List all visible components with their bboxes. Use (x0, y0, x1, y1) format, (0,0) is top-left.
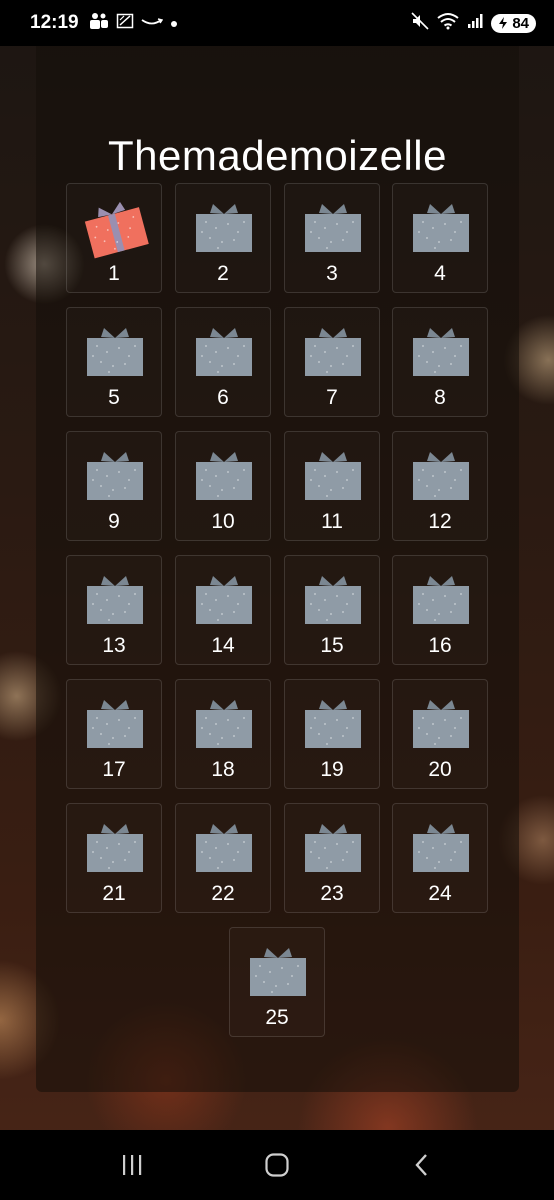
calendar-day-10[interactable]: 10 (175, 431, 271, 541)
day-number: 14 (211, 634, 235, 657)
gift-icon (411, 818, 471, 874)
gift-icon (303, 198, 363, 254)
gift-icon (411, 322, 471, 378)
home-button[interactable] (247, 1140, 307, 1190)
gift-icon (194, 198, 254, 254)
sketch-icon (116, 12, 134, 34)
calendar-day-24[interactable]: 24 (392, 803, 488, 913)
gift-icon (85, 694, 145, 750)
gift-icon (194, 570, 254, 626)
day-number: 2 (217, 262, 229, 285)
status-bar: 12:19 84 (0, 0, 554, 46)
calendar-day-19[interactable]: 19 (284, 679, 380, 789)
home-icon (265, 1153, 289, 1177)
amazon-icon (141, 15, 163, 32)
wifi-icon (437, 12, 459, 35)
day-number: 9 (108, 510, 120, 533)
calendar-day-18[interactable]: 18 (175, 679, 271, 789)
calendar-day-4[interactable]: 4 (392, 183, 488, 293)
day-number: 18 (211, 758, 235, 781)
gift-icon (411, 198, 471, 254)
gift-icon (303, 322, 363, 378)
day-number: 13 (102, 634, 126, 657)
day-number: 12 (428, 510, 452, 533)
day-number: 22 (211, 882, 235, 905)
day-number: 25 (265, 1006, 289, 1029)
opened-gift-icon (79, 191, 151, 261)
gift-icon (85, 322, 145, 378)
calendar-day-11[interactable]: 11 (284, 431, 380, 541)
teams-icon (89, 12, 109, 34)
day-number: 17 (102, 758, 126, 781)
gift-icon (85, 570, 145, 626)
status-notification-icons (89, 12, 178, 34)
calendar-day-2[interactable]: 2 (175, 183, 271, 293)
gift-icon (303, 694, 363, 750)
status-system-icons: 84 (411, 11, 536, 35)
day-number: 6 (217, 386, 229, 409)
calendar-day-9[interactable]: 9 (66, 431, 162, 541)
calendar-day-12[interactable]: 12 (392, 431, 488, 541)
day-number: 4 (434, 262, 446, 285)
day-number: 24 (428, 882, 452, 905)
gift-icon (303, 570, 363, 626)
gift-icon (411, 570, 471, 626)
day-number: 5 (108, 386, 120, 409)
status-time: 12:19 (30, 12, 79, 33)
gift-icon (85, 446, 145, 502)
gift-icon (248, 942, 308, 998)
day-number: 16 (428, 634, 452, 657)
calendar-day-6[interactable]: 6 (175, 307, 271, 417)
day-number: 11 (321, 510, 343, 533)
calendar-day-7[interactable]: 7 (284, 307, 380, 417)
calendar-day-16[interactable]: 16 (392, 555, 488, 665)
gift-icon (411, 694, 471, 750)
calendar-day-15[interactable]: 15 (284, 555, 380, 665)
day-number: 7 (326, 386, 338, 409)
calendar-day-17[interactable]: 17 (66, 679, 162, 789)
day-number: 3 (326, 262, 338, 285)
calendar-day-23[interactable]: 23 (284, 803, 380, 913)
calendar-day-13[interactable]: 13 (66, 555, 162, 665)
day-number: 21 (102, 882, 126, 905)
gift-icon (303, 446, 363, 502)
day-number: 20 (428, 758, 452, 781)
gift-icon (194, 818, 254, 874)
battery-level: 84 (512, 14, 529, 32)
calendar-day-3[interactable]: 3 (284, 183, 380, 293)
calendar-day-1[interactable]: 1 (66, 183, 162, 293)
signal-icon (467, 13, 483, 34)
gift-icon (411, 446, 471, 502)
gift-icon (194, 694, 254, 750)
day-number: 8 (434, 386, 446, 409)
navigation-bar (0, 1130, 554, 1200)
battery-icon: 84 (491, 13, 536, 33)
dot-icon (170, 15, 178, 32)
calendar-day-14[interactable]: 14 (175, 555, 271, 665)
day-number: 19 (320, 758, 344, 781)
calendar-day-21[interactable]: 21 (66, 803, 162, 913)
calendar-day-25[interactable]: 25 (229, 927, 325, 1037)
back-button[interactable] (392, 1140, 452, 1190)
advent-calendar-panel: Themademoizelle 1 2 3 4 5 6 7 8 9 10 11 12 13 14 15 16 1… (36, 46, 519, 1092)
calendar-day-20[interactable]: 20 (392, 679, 488, 789)
day-number: 15 (320, 634, 344, 657)
calendar-day-8[interactable]: 8 (392, 307, 488, 417)
recents-button[interactable] (102, 1140, 162, 1190)
day-number: 23 (320, 882, 344, 905)
gift-icon (194, 446, 254, 502)
gift-icon (85, 818, 145, 874)
day-number: 10 (211, 510, 235, 533)
calendar-day-22[interactable]: 22 (175, 803, 271, 913)
calendar-day-5[interactable]: 5 (66, 307, 162, 417)
mute-icon (411, 11, 429, 35)
recents-icon (123, 1155, 142, 1175)
back-icon (415, 1154, 427, 1176)
gift-icon (303, 818, 363, 874)
day-number: 1 (108, 262, 120, 285)
gift-icon (194, 322, 254, 378)
page-title: Themademoizelle (108, 132, 447, 179)
